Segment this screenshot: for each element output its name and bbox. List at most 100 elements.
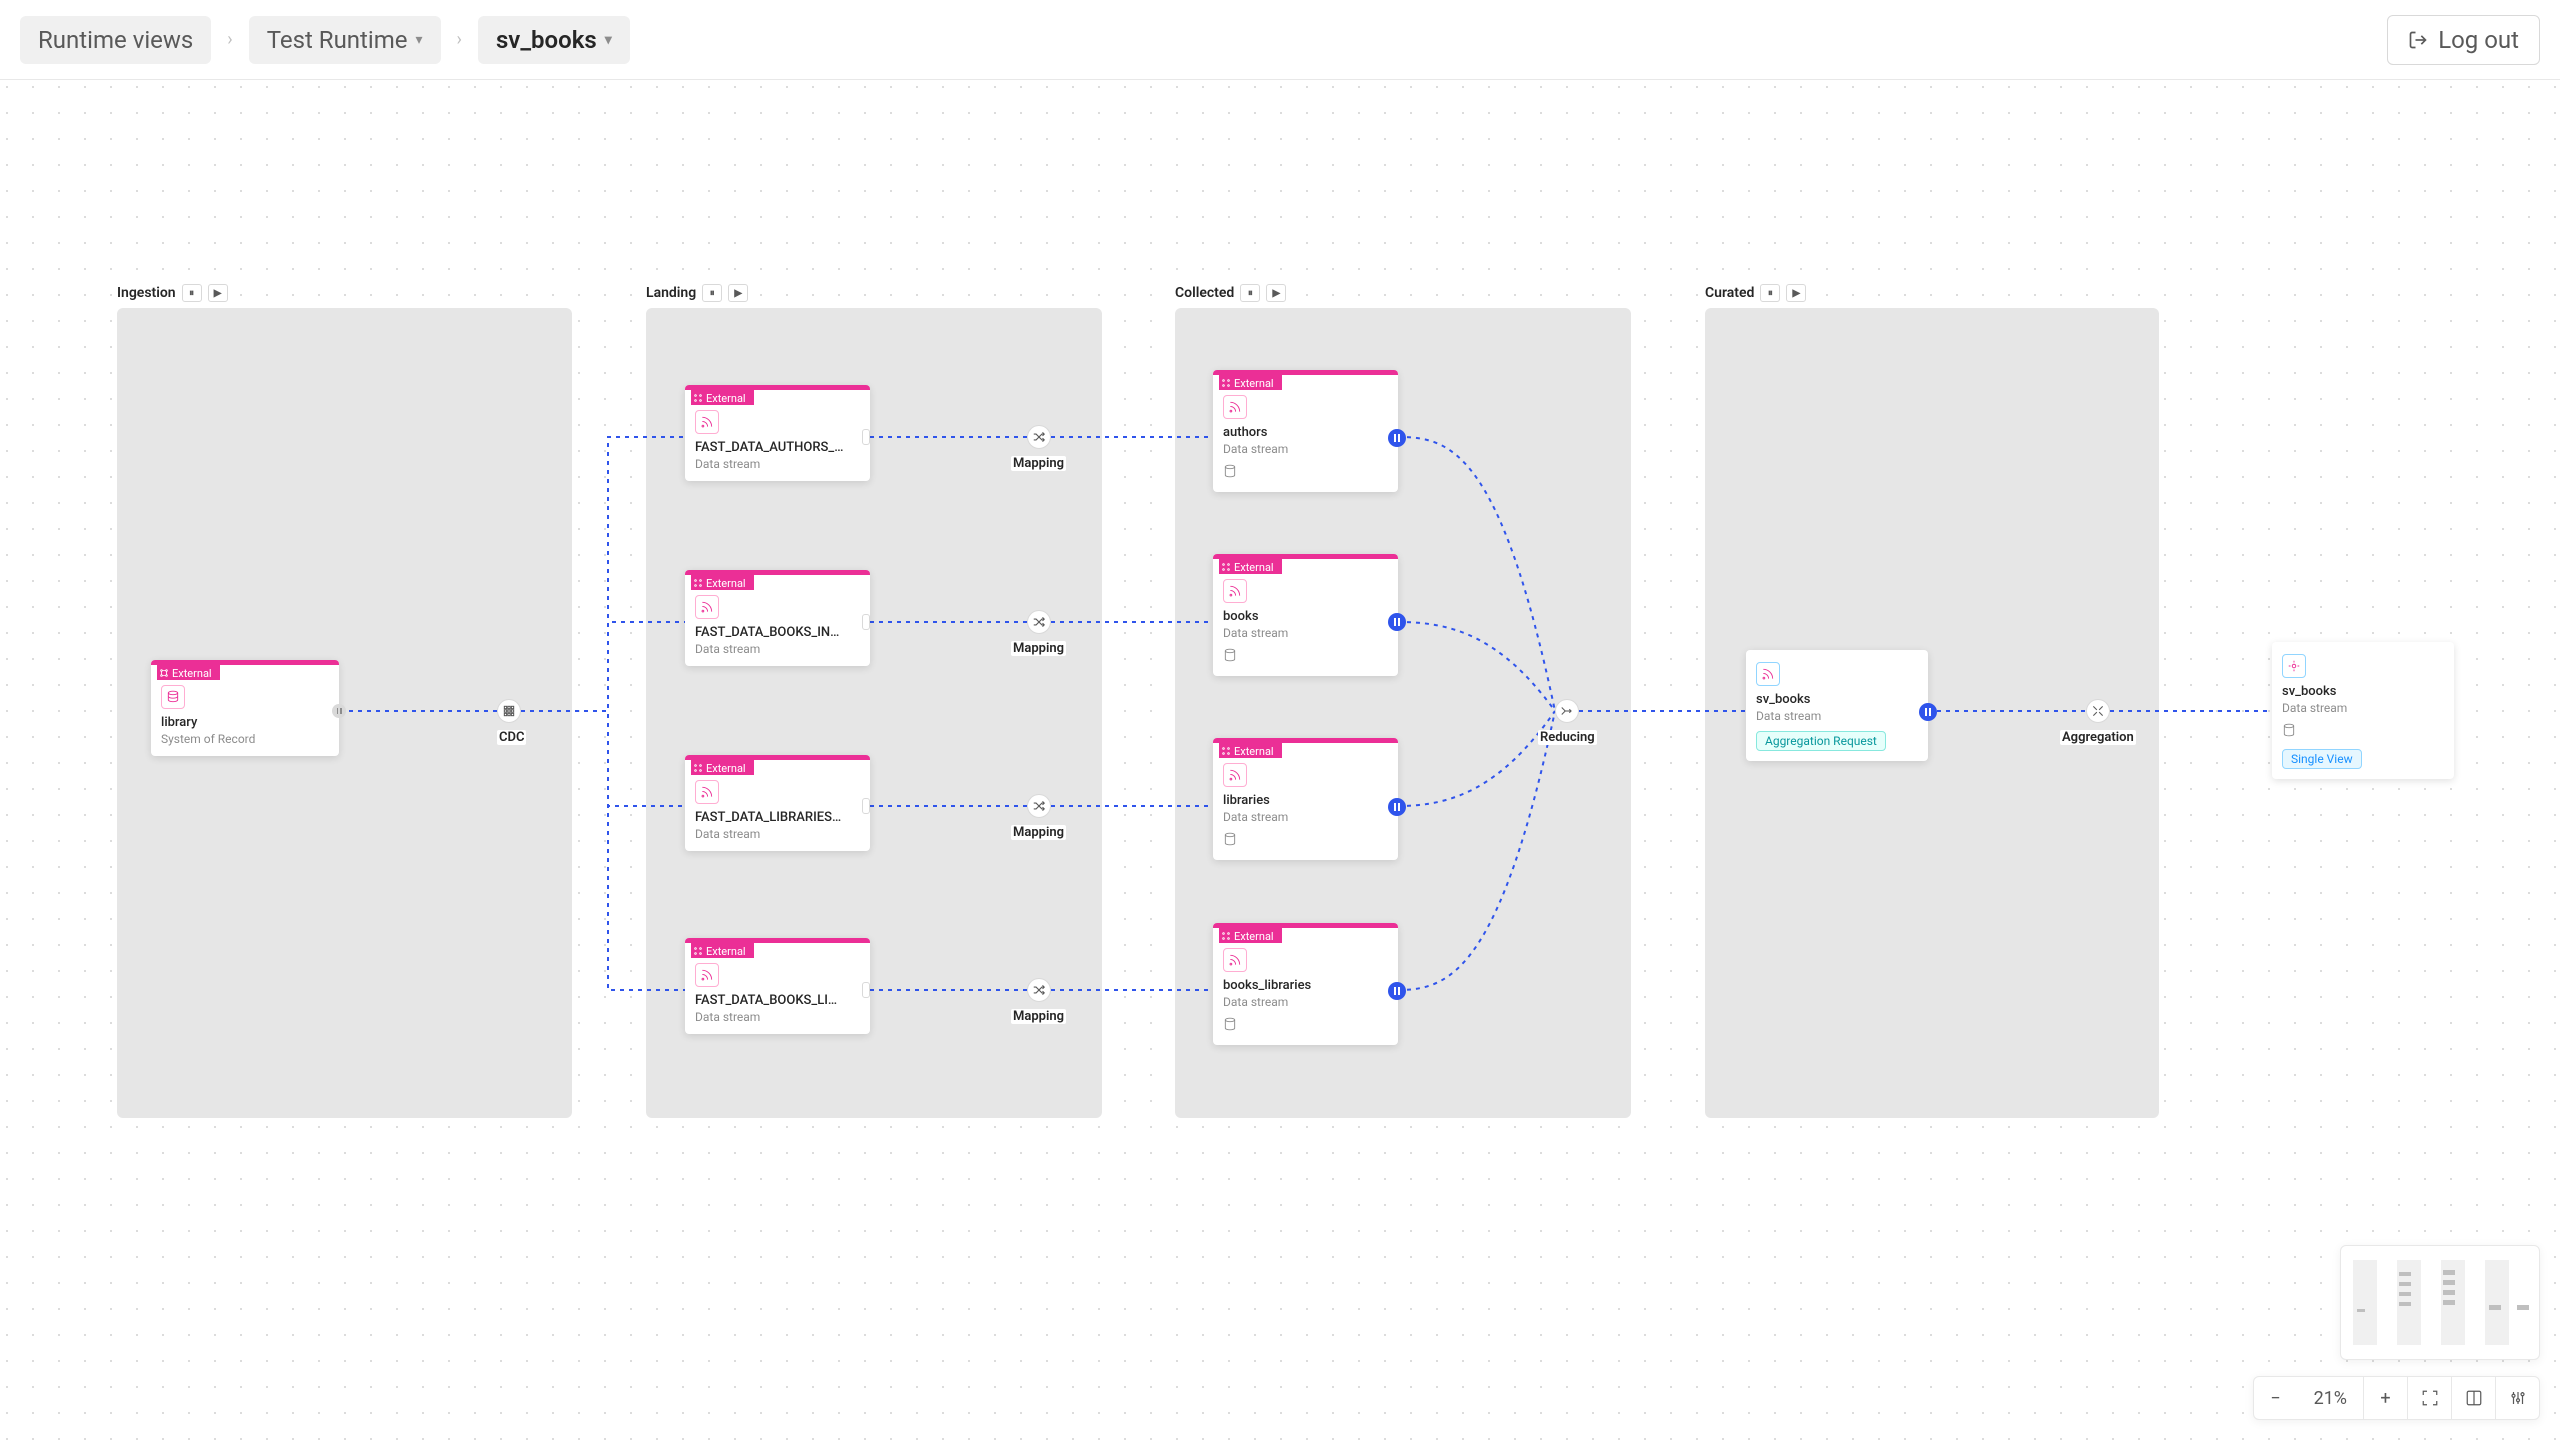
- pause-chip[interactable]: [1388, 429, 1406, 447]
- breadcrumb-second[interactable]: Test Runtime ▾: [249, 16, 441, 64]
- storage-icon: [2282, 723, 2444, 741]
- caret-down-icon: ▾: [605, 32, 612, 48]
- card-subtitle: Data stream: [695, 457, 860, 471]
- card-title: FAST_DATA_BOOKS_IN…: [695, 625, 860, 640]
- card-landing-authors[interactable]: External FAST_DATA_AUTHORS_… Data stream: [685, 385, 870, 481]
- card-title: sv_books: [1756, 692, 1918, 707]
- minimap[interactable]: [2340, 1245, 2540, 1360]
- card-collected-books[interactable]: External books Data stream: [1213, 554, 1398, 676]
- stage-collected-label: Collected: [1175, 285, 1234, 301]
- card-title: FAST_DATA_LIBRARIES…: [695, 810, 860, 825]
- card-subtitle: System of Record: [161, 732, 329, 746]
- card-landing-libraries[interactable]: External FAST_DATA_LIBRARIES… Data strea…: [685, 755, 870, 851]
- card-subtitle: Data stream: [695, 827, 860, 841]
- mapping-node[interactable]: [1027, 794, 1051, 818]
- zoom-toolbar: − 21% +: [2253, 1376, 2540, 1420]
- storage-icon: [1223, 1017, 1388, 1035]
- fit-view-button[interactable]: [2407, 1376, 2451, 1420]
- card-library[interactable]: External library System of Record: [151, 660, 339, 756]
- breadcrumb: Runtime views › Test Runtime ▾ › sv_book…: [20, 16, 630, 64]
- card-title: books_libraries: [1223, 978, 1388, 993]
- toggle-minimap-button[interactable]: [2451, 1376, 2495, 1420]
- external-badge: External: [1219, 375, 1282, 390]
- card-collected-authors[interactable]: External authors Data stream: [1213, 370, 1398, 492]
- zoom-out-button[interactable]: −: [2254, 1376, 2298, 1420]
- cdc-node[interactable]: [497, 699, 521, 723]
- header: Runtime views › Test Runtime ▾ › sv_book…: [0, 0, 2560, 80]
- card-title: books: [1223, 609, 1388, 624]
- pause-chip[interactable]: [1388, 613, 1406, 631]
- external-badge: External: [1219, 559, 1282, 574]
- breadcrumb-third[interactable]: sv_books ▾: [478, 16, 630, 64]
- shuffle-icon: [1032, 799, 1046, 813]
- external-badge: External: [691, 390, 754, 405]
- zoom-value: 21%: [2298, 1388, 2363, 1409]
- card-subtitle: Data stream: [695, 642, 860, 656]
- caret-down-icon: ▾: [416, 32, 423, 48]
- logout-label: Log out: [2438, 26, 2519, 54]
- external-badge: External: [691, 575, 754, 590]
- stage-play-button[interactable]: ▶: [208, 284, 228, 302]
- card-curated-svbooks[interactable]: sv_books Data stream Aggregation Request: [1746, 650, 1928, 761]
- card-collected-books-libraries[interactable]: External books_libraries Data stream: [1213, 923, 1398, 1045]
- pause-chip[interactable]: [1388, 982, 1406, 1000]
- stage-play-button[interactable]: ▶: [1266, 284, 1286, 302]
- breadcrumb-root-label: Runtime views: [38, 26, 193, 54]
- mapping-node[interactable]: [1027, 978, 1051, 1002]
- chevron-right-icon: ›: [227, 29, 232, 50]
- mapping-node[interactable]: [1027, 610, 1051, 634]
- reducing-label: Reducing: [1538, 730, 1597, 745]
- card-subtitle: Data stream: [695, 1010, 860, 1024]
- card-subtitle: Data stream: [1223, 995, 1388, 1009]
- external-badge: External: [691, 760, 754, 775]
- card-subtitle: Data stream: [2282, 701, 2444, 715]
- edge-handle[interactable]: [862, 614, 870, 630]
- zoom-in-button[interactable]: +: [2363, 1376, 2407, 1420]
- stage-pause-button[interactable]: ⏸: [702, 284, 722, 302]
- collapse-icon: [2091, 704, 2105, 718]
- edge-handle[interactable]: [862, 798, 870, 814]
- card-landing-books-libraries[interactable]: External FAST_DATA_BOOKS_LI… Data stream: [685, 938, 870, 1034]
- pause-chip[interactable]: [1919, 703, 1937, 721]
- single-view-badge: Single View: [2282, 749, 2362, 769]
- stage-play-button[interactable]: ▶: [1786, 284, 1806, 302]
- pause-chip[interactable]: [1388, 798, 1406, 816]
- settings-button[interactable]: [2495, 1376, 2539, 1420]
- shuffle-icon: [1032, 983, 1046, 997]
- breadcrumb-root[interactable]: Runtime views: [20, 16, 211, 64]
- external-badge: External: [1219, 928, 1282, 943]
- rss-icon: [1223, 579, 1247, 603]
- breadcrumb-second-label: Test Runtime: [267, 26, 408, 54]
- external-label: External: [706, 762, 746, 775]
- external-label: External: [1234, 377, 1274, 390]
- external-label: External: [1234, 930, 1274, 943]
- stage-pause-button[interactable]: ⏸: [182, 284, 202, 302]
- mapping-node[interactable]: [1027, 425, 1051, 449]
- cdc-label: CDC: [497, 730, 526, 745]
- card-title: FAST_DATA_BOOKS_LI…: [695, 993, 860, 1008]
- chevron-right-icon: ›: [457, 29, 462, 50]
- shuffle-icon: [1032, 615, 1046, 629]
- external-label: External: [1234, 745, 1274, 758]
- edge-handle[interactable]: [862, 982, 870, 998]
- rss-icon: [1223, 948, 1247, 972]
- storage-icon: [1223, 464, 1388, 482]
- logout-button[interactable]: Log out: [2387, 15, 2540, 65]
- card-subtitle: Data stream: [1756, 709, 1918, 723]
- aggregation-node[interactable]: [2086, 699, 2110, 723]
- database-icon: [161, 685, 185, 709]
- edge-handle[interactable]: [862, 429, 870, 445]
- pause-indicator: [332, 704, 346, 718]
- card-title: authors: [1223, 425, 1388, 440]
- card-output-svbooks[interactable]: sv_books Data stream Single View: [2272, 642, 2454, 779]
- stage-pause-button[interactable]: ⏸: [1760, 284, 1780, 302]
- card-collected-libraries[interactable]: External libraries Data stream: [1213, 738, 1398, 860]
- card-landing-books[interactable]: External FAST_DATA_BOOKS_IN… Data stream: [685, 570, 870, 666]
- stage-play-button[interactable]: ▶: [728, 284, 748, 302]
- compass-icon: [2282, 654, 2306, 678]
- rss-icon: [1756, 662, 1780, 686]
- rss-icon: [1223, 395, 1247, 419]
- reducing-node[interactable]: [1555, 699, 1579, 723]
- flow-canvas[interactable]: Ingestion ⏸ ▶ Landing ⏸ ▶ Collected ⏸ ▶ …: [0, 80, 2560, 1440]
- stage-pause-button[interactable]: ⏸: [1240, 284, 1260, 302]
